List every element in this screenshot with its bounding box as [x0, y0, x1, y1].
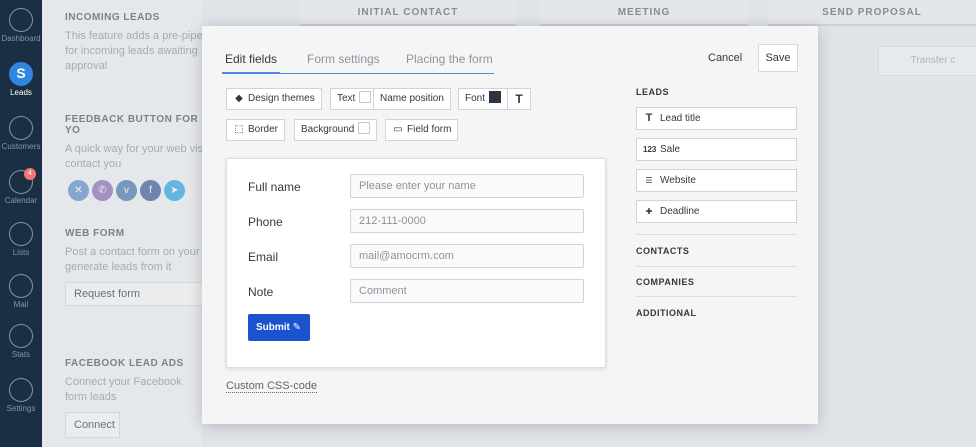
- number-icon: 123: [643, 145, 657, 154]
- mail-icon: [9, 274, 33, 298]
- website-field[interactable]: ☰ Website: [636, 169, 797, 192]
- nav-lists[interactable]: Lists: [0, 222, 42, 257]
- calendar-badge: 4: [24, 168, 36, 180]
- note-label: Note: [248, 285, 274, 299]
- tab-bar: Edit fields Form settings Placing the fo…: [221, 50, 494, 74]
- settings-icon: [9, 378, 33, 402]
- custom-css-link[interactable]: Custom CSS-code: [226, 380, 318, 393]
- tab-form-settings[interactable]: Form settings: [307, 52, 380, 66]
- sale-field[interactable]: 123 Sale: [636, 138, 797, 161]
- email-input[interactable]: mail@amocrm.com: [350, 244, 584, 268]
- additional-section-title[interactable]: ADDITIONAL: [636, 308, 697, 318]
- nav-calendar[interactable]: 4 Calendar: [0, 168, 42, 205]
- contacts-section-title[interactable]: CONTACTS: [636, 246, 689, 256]
- field-form-icon: ▭: [393, 124, 403, 135]
- form-preview: Full name Please enter your name Phone 2…: [226, 158, 606, 368]
- phone-label: Phone: [248, 215, 283, 229]
- field-form-button[interactable]: ▭ Field form: [385, 119, 459, 141]
- list-icon: ☰: [645, 176, 653, 185]
- background-swatch: [358, 122, 371, 134]
- nav-customers[interactable]: Customers: [0, 116, 42, 151]
- stats-icon: [9, 324, 33, 348]
- note-input[interactable]: Comment: [350, 279, 584, 303]
- font-color-swatch: [489, 91, 502, 103]
- lead-title-field[interactable]: T Lead title: [636, 107, 797, 130]
- cancel-button[interactable]: Cancel: [708, 52, 742, 64]
- name-position-button[interactable]: Name position: [373, 88, 451, 110]
- dashboard-icon: [9, 8, 33, 32]
- nav-dashboard[interactable]: Dashboard: [0, 8, 42, 43]
- design-themes-button[interactable]: ◆ Design themes: [226, 88, 322, 110]
- border-icon: ⬚: [234, 124, 244, 135]
- deadline-field[interactable]: ✚ Deadline: [636, 200, 797, 223]
- font-color-button[interactable]: Font: [458, 88, 509, 110]
- nav-leads[interactable]: S Leads: [0, 62, 42, 97]
- companies-section-title[interactable]: COMPANIES: [636, 277, 694, 287]
- divider: [636, 296, 797, 297]
- submit-button[interactable]: Submit ✎: [248, 314, 310, 341]
- palette-icon: ◆: [235, 93, 243, 104]
- text-color-button[interactable]: Text: [330, 88, 379, 110]
- text-icon: T: [645, 112, 653, 124]
- divider: [636, 266, 797, 267]
- lists-icon: [9, 222, 33, 246]
- pencil-icon: ✎: [292, 322, 302, 333]
- tab-edit-fields[interactable]: Edit fields: [221, 52, 281, 74]
- phone-input[interactable]: 212-111-0000: [350, 209, 584, 233]
- text-color-swatch: [359, 91, 372, 103]
- email-label: Email: [248, 250, 279, 264]
- customers-icon: [9, 116, 33, 140]
- tab-placing-form[interactable]: Placing the form: [406, 52, 493, 66]
- background-button[interactable]: Background: [294, 119, 378, 141]
- full-name-label: Full name: [248, 180, 301, 194]
- leads-icon: S: [9, 62, 33, 86]
- border-button[interactable]: ⬚ Border: [226, 119, 286, 141]
- nav-settings[interactable]: Settings: [0, 378, 42, 413]
- nav-stats[interactable]: Stats: [0, 324, 42, 359]
- full-name-input[interactable]: Please enter your name: [350, 174, 584, 198]
- leads-section-title: LEADS: [636, 87, 670, 97]
- sidebar: Dashboard S Leads Customers 4 Calendar Lis…: [0, 0, 42, 447]
- calendar-grid-icon: ✚: [645, 207, 653, 216]
- save-button[interactable]: Save: [758, 44, 798, 72]
- web-form-editor-modal: Edit fields Form settings Placing the fo…: [202, 26, 818, 424]
- divider: [636, 234, 797, 235]
- font-style-button[interactable]: T: [507, 88, 531, 110]
- nav-mail[interactable]: Mail: [0, 274, 42, 309]
